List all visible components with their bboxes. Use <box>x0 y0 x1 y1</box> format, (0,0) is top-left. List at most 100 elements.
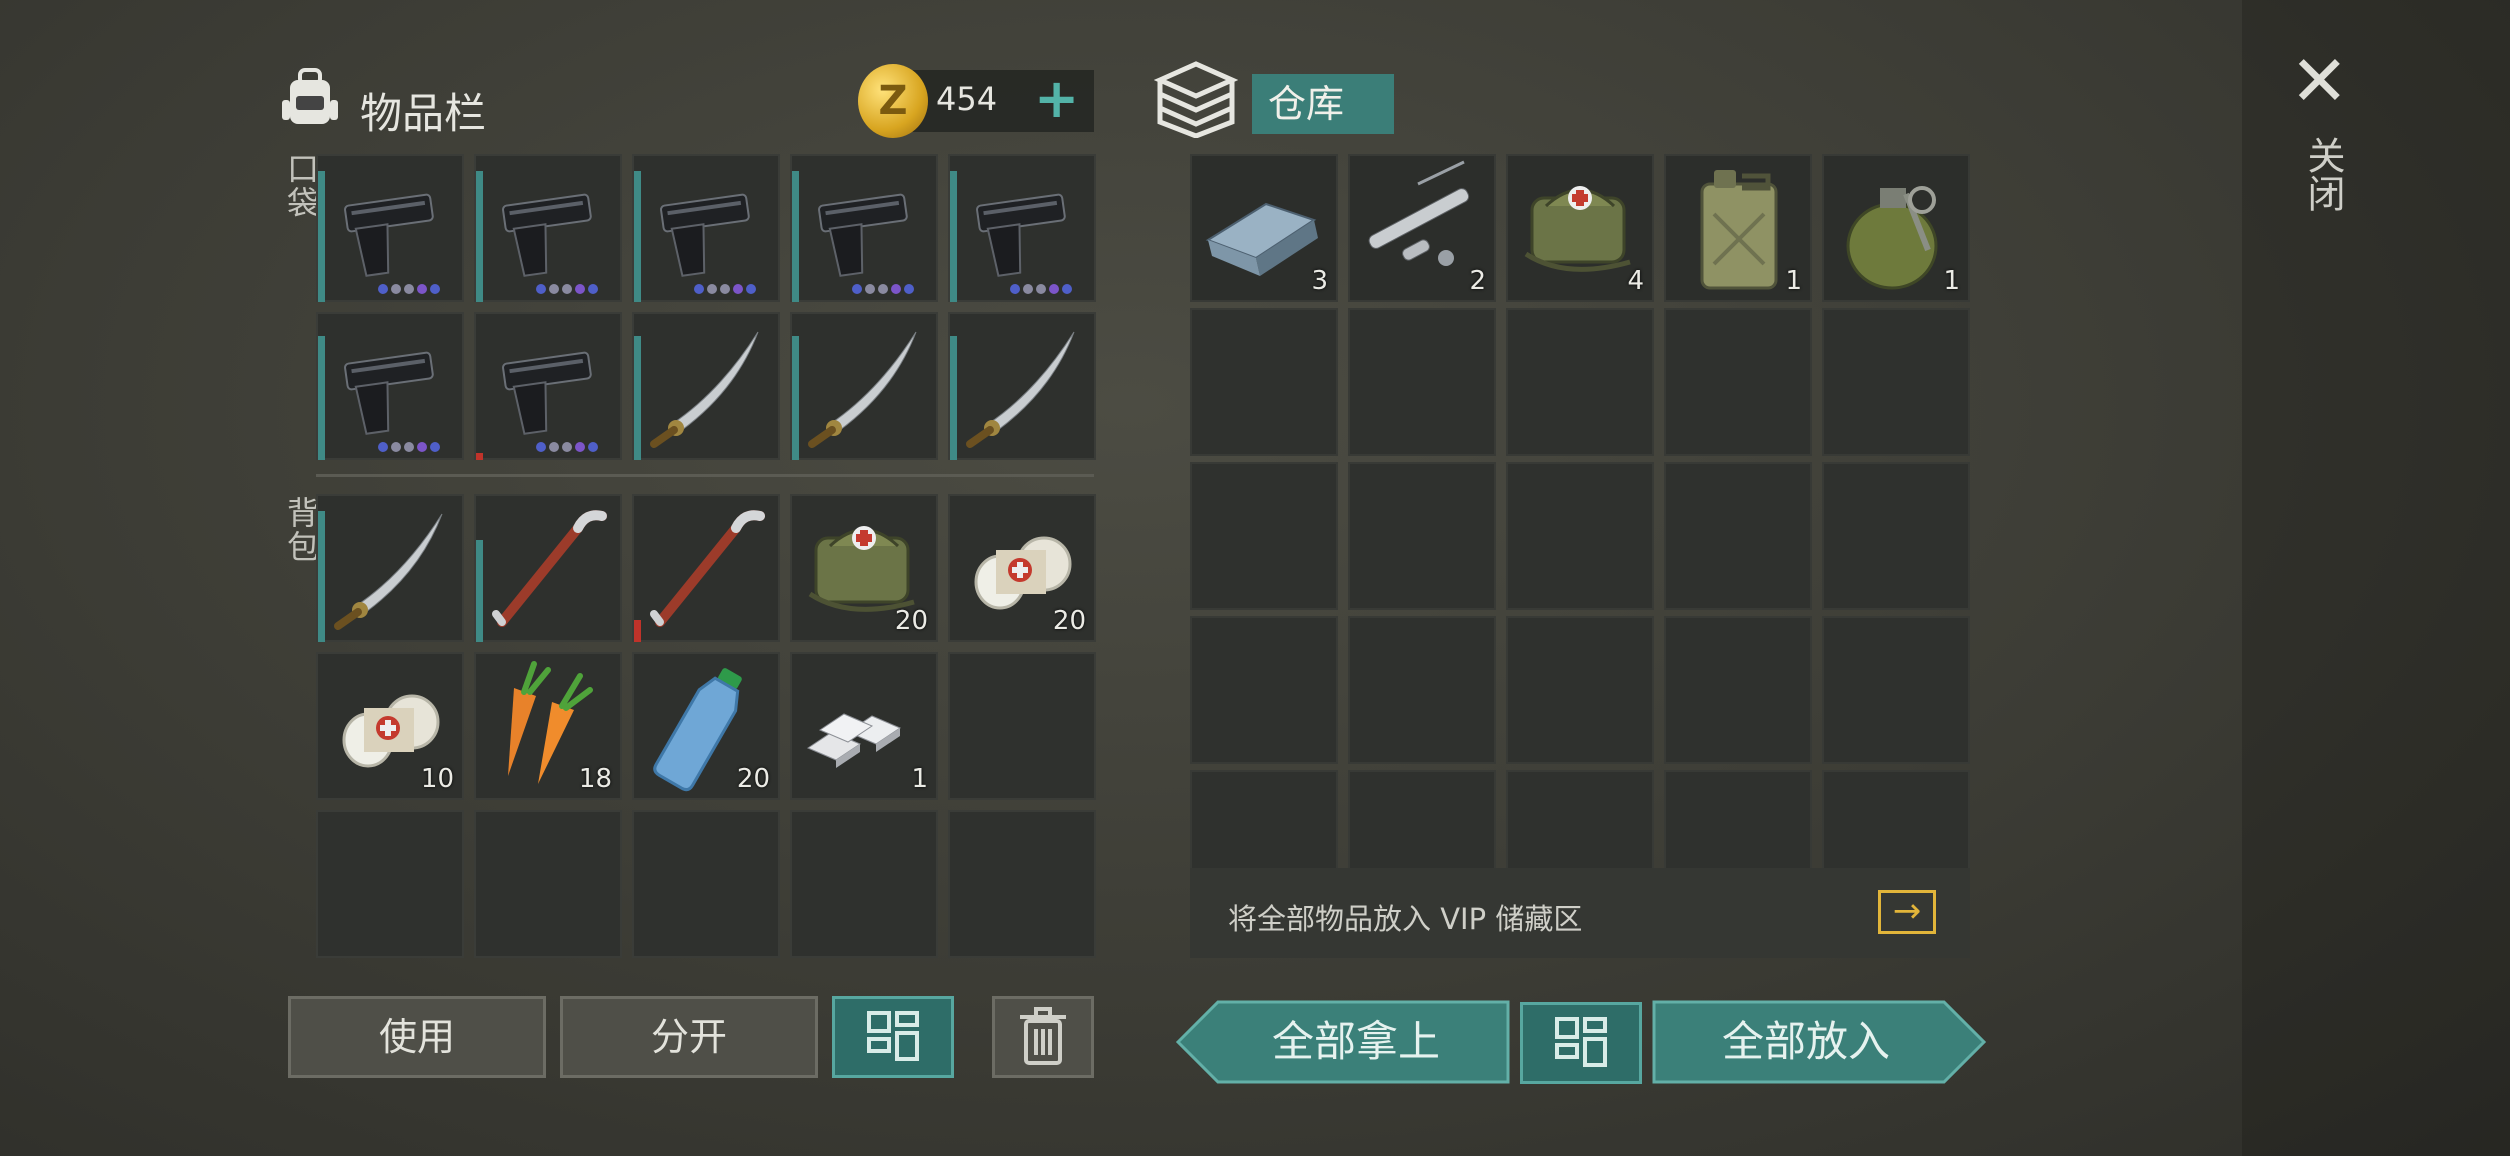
durability-bar <box>634 336 641 460</box>
grid-sort-icon <box>1555 1017 1607 1067</box>
quality-dot <box>904 284 914 294</box>
katana-slot[interactable] <box>948 312 1096 460</box>
quality-dot <box>430 442 440 452</box>
bandage-slot[interactable]: 10 <box>316 652 464 800</box>
inventory-title: 物品栏 <box>360 89 487 138</box>
pistol-slot[interactable] <box>790 154 938 302</box>
use-button[interactable]: 使用 <box>288 996 546 1078</box>
crowbar-slot[interactable] <box>474 494 622 642</box>
grid-sort-icon <box>867 1011 919 1061</box>
crowbar-slot[interactable] <box>632 494 780 642</box>
pistol-slot[interactable] <box>474 312 622 460</box>
durability-bar <box>476 540 483 642</box>
storage-sort-button[interactable] <box>1520 1002 1642 1084</box>
close-label[interactable]: 关闭 <box>2296 136 2351 212</box>
medkit-slot[interactable]: 4 <box>1506 154 1654 302</box>
gun-parts-slot[interactable]: 2 <box>1348 154 1496 302</box>
put-all-button[interactable]: 全部放入 <box>1652 1000 1986 1084</box>
item-count: 20 <box>736 764 770 794</box>
water-bottle-slot[interactable]: 20 <box>632 652 780 800</box>
put-all-label: 全部放入 <box>1722 1017 1890 1066</box>
quality-dot <box>1010 284 1020 294</box>
item-count: 10 <box>420 764 454 794</box>
empty-slot[interactable] <box>790 810 938 958</box>
quality-dots <box>536 442 598 452</box>
durability-bar <box>950 336 957 460</box>
quality-dot <box>575 442 585 452</box>
empty-slot[interactable] <box>1822 462 1970 610</box>
vip-transfer-bar[interactable]: 将全部物品放入 VIP 储藏区 → <box>1190 868 1970 958</box>
bandage-slot[interactable]: 20 <box>948 494 1096 642</box>
empty-slot[interactable] <box>1348 462 1496 610</box>
katana-slot[interactable] <box>316 494 464 642</box>
quality-dot <box>391 284 401 294</box>
take-all-button[interactable]: 全部拿上 <box>1176 1000 1510 1084</box>
empty-slot[interactable] <box>1822 308 1970 456</box>
empty-slot[interactable] <box>316 810 464 958</box>
pistol-slot[interactable] <box>632 154 780 302</box>
empty-slot[interactable] <box>1506 308 1654 456</box>
silver-bars-slot[interactable]: 1 <box>790 652 938 800</box>
pistol-slot[interactable] <box>474 154 622 302</box>
empty-slot[interactable] <box>1664 462 1812 610</box>
coin-amount: 454 <box>936 80 998 118</box>
quality-dot <box>694 284 704 294</box>
durability-bar <box>950 171 957 302</box>
quality-dot <box>891 284 901 294</box>
item-count: 4 <box>1627 266 1644 296</box>
item-count: 18 <box>578 764 612 794</box>
quality-dots <box>1010 284 1072 294</box>
empty-slot[interactable] <box>1190 462 1338 610</box>
item-count: 1 <box>1943 266 1960 296</box>
empty-slot[interactable] <box>948 810 1096 958</box>
quality-dot <box>378 284 388 294</box>
item-count: 1 <box>911 764 928 794</box>
quality-dots <box>536 284 598 294</box>
trash-icon <box>1020 1007 1066 1065</box>
close-icon[interactable]: ✕ <box>2290 46 2349 116</box>
quality-dot <box>549 442 559 452</box>
durability-bar <box>476 171 483 302</box>
metal-ingot-slot[interactable]: 3 <box>1190 154 1338 302</box>
backpack-icon <box>282 68 338 124</box>
empty-slot[interactable] <box>1348 616 1496 764</box>
quality-dot <box>378 442 388 452</box>
vip-transfer-arrow-icon[interactable]: → <box>1878 890 1936 934</box>
empty-slot[interactable] <box>632 810 780 958</box>
empty-slot[interactable] <box>1664 308 1812 456</box>
pistol-slot[interactable] <box>316 154 464 302</box>
quality-dot <box>1049 284 1059 294</box>
empty-slot[interactable] <box>1664 616 1812 764</box>
empty-slot[interactable] <box>1506 616 1654 764</box>
quality-dot <box>720 284 730 294</box>
quality-dot <box>733 284 743 294</box>
item-count: 2 <box>1469 266 1486 296</box>
empty-slot[interactable] <box>474 810 622 958</box>
empty-slot[interactable] <box>1822 616 1970 764</box>
delete-button[interactable] <box>992 996 1094 1078</box>
item-count: 1 <box>1785 266 1802 296</box>
pistol-slot[interactable] <box>948 154 1096 302</box>
quality-dots <box>694 284 756 294</box>
add-currency-button[interactable]: + <box>1034 72 1079 126</box>
quality-dot <box>549 284 559 294</box>
split-button[interactable]: 分开 <box>560 996 818 1078</box>
katana-slot[interactable] <box>632 312 780 460</box>
pistol-slot[interactable] <box>316 312 464 460</box>
medkit-slot[interactable]: 20 <box>790 494 938 642</box>
item-count: 3 <box>1311 266 1328 296</box>
empty-slot[interactable] <box>1348 308 1496 456</box>
empty-slot[interactable] <box>1190 308 1338 456</box>
empty-slot[interactable] <box>1190 616 1338 764</box>
grenade-slot[interactable]: 1 <box>1822 154 1970 302</box>
empty-slot[interactable] <box>1506 462 1654 610</box>
jerrycan-slot[interactable]: 1 <box>1664 154 1812 302</box>
katana-slot[interactable] <box>790 312 938 460</box>
carrot-slot[interactable]: 18 <box>474 652 622 800</box>
side-panel-shade <box>2242 0 2510 1156</box>
durability-bar <box>476 453 483 460</box>
section-divider <box>316 474 1094 477</box>
quality-dot <box>1023 284 1033 294</box>
empty-slot[interactable] <box>948 652 1096 800</box>
sort-grid-button[interactable] <box>832 996 954 1078</box>
